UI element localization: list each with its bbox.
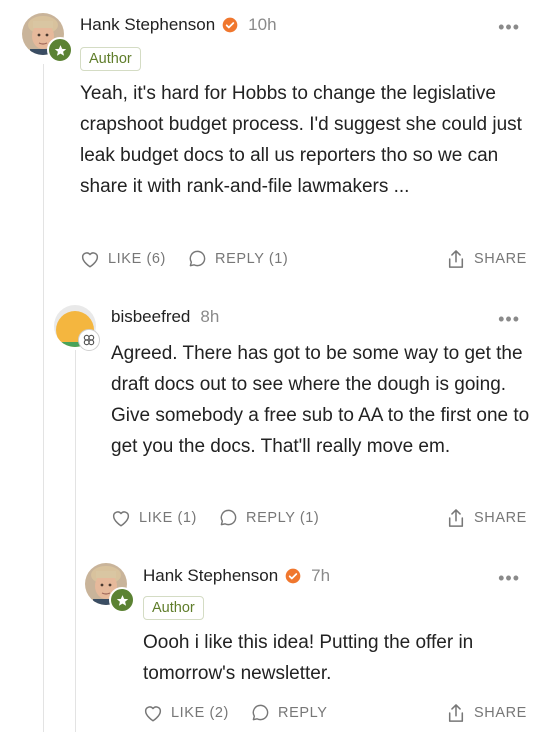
author-name[interactable]: Hank Stephenson (143, 566, 278, 586)
share-icon (448, 704, 464, 722)
timestamp[interactable]: 7h (311, 566, 330, 586)
comment-header: Hank Stephenson 7h (143, 566, 330, 586)
share-button[interactable]: SHARE (447, 703, 527, 723)
verified-icon (285, 568, 301, 584)
comment-text: Oooh i like this idea! Putting the offer… (143, 632, 474, 684)
reply-label: REPLY (278, 704, 328, 721)
like-button[interactable]: LIKE (2) (143, 704, 229, 722)
author-tag: Author (143, 596, 204, 620)
author-badge-icon (109, 587, 135, 613)
like-label: LIKE (2) (171, 704, 229, 721)
comment-actions: LIKE (2) REPLY (143, 703, 349, 722)
share-label: SHARE (474, 705, 527, 721)
reply-button[interactable]: REPLY (251, 703, 327, 722)
more-options-icon[interactable]: ••• (498, 569, 520, 587)
reply-bubble-icon (252, 704, 269, 721)
heart-icon (144, 705, 162, 722)
comment: Hank Stephenson 7h ••• Author Oooh i lik… (0, 0, 546, 732)
